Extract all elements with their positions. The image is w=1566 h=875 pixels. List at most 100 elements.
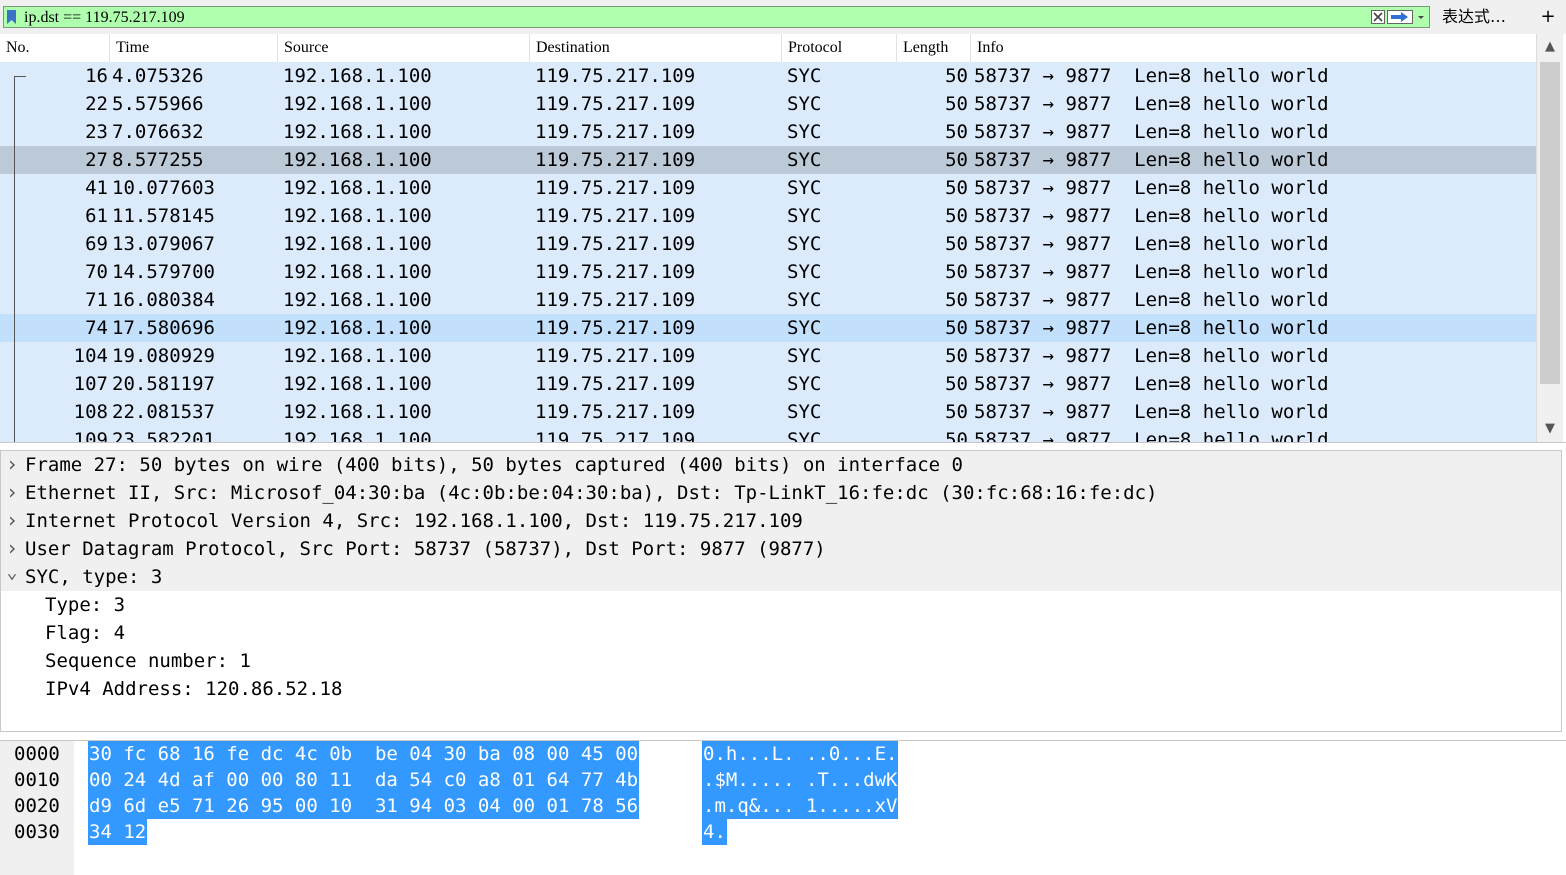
filter-text[interactable]: ip.dst == 119.75.217.109 [24,8,185,28]
packet-row[interactable]: 107 20.581197 192.168.1.100 119.75.217.109 S… [0,370,1536,398]
detail-tree-subitem[interactable]: Type: 3 [1,591,1561,619]
chevron-right-icon[interactable]: › [5,535,19,563]
packet-destination: 119.75.217.109 [535,177,696,199]
packet-row[interactable]: 104 19.080929 192.168.1.100 119.75.217.109 S… [0,342,1536,370]
column-header-no[interactable]: No. [0,34,110,62]
packet-row[interactable]: 71 16.080384 192.168.1.100 119.75.217.109 SY… [0,286,1536,314]
packet-row[interactable]: 109 23.582201 192.168.1.100 119.75.217.109 S… [0,426,1536,442]
packet-length: 50 [945,345,968,367]
chevron-down-icon[interactable]: ⌄ [5,563,19,591]
packet-row[interactable]: 69 13.079067 192.168.1.100 119.75.217.109 SY… [0,230,1536,258]
packet-row[interactable]: 61 11.578145 192.168.1.100 119.75.217.109 SY… [0,202,1536,230]
packet-protocol: SYC [787,317,822,339]
scroll-down-icon[interactable]: ▼ [1537,416,1563,442]
packet-bytes-pane: 0000 30 fc 68 16 fe dc 4c 0b be 04 30 ba … [0,740,1566,875]
column-header-destination[interactable]: Destination [530,34,782,62]
scrollbar-thumb[interactable] [1540,62,1560,384]
detail-tree-item[interactable]: ⌄ SYC, type: 3 [1,563,1561,591]
chevron-down-icon[interactable] [1416,10,1426,24]
expression-button[interactable]: 表达式… [1442,6,1506,28]
packet-time: 22.081537 [112,401,215,423]
packet-source: 192.168.1.100 [283,149,432,171]
packet-rows: 16 4.075326 192.168.1.100 119.75.217.109 SYC… [0,62,1536,442]
chevron-right-icon[interactable]: › [5,479,19,507]
chevron-right-icon[interactable]: › [5,451,19,479]
packet-time: 10.077603 [112,177,215,199]
packet-info: 58737 → 9877 Len=8 hello world [974,373,1329,395]
detail-tree-item[interactable]: › User Datagram Protocol, Src Port: 58737… [1,535,1561,563]
column-header-protocol[interactable]: Protocol [782,34,897,62]
hex-offset: 0030 [14,821,60,843]
column-header-time[interactable]: Time [110,34,278,62]
hex-bytes[interactable]: 30 fc 68 16 fe dc 4c 0b be 04 30 ba 08 0… [88,741,640,767]
packet-row[interactable]: 22 5.575966 192.168.1.100 119.75.217.109 SYC… [0,90,1536,118]
detail-text: Frame 27: 50 bytes on wire (400 bits), 5… [25,454,963,476]
display-filter-input[interactable]: ip.dst == 119.75.217.109 [3,6,1430,28]
packet-list-scrollbar[interactable]: ▲ ▼ [1536,34,1563,442]
hex-bytes[interactable]: d9 6d e5 71 26 95 00 10 31 94 03 04 00 0… [88,793,640,819]
scroll-up-icon[interactable]: ▲ [1537,34,1563,60]
packet-protocol: SYC [787,233,822,255]
hex-ascii[interactable]: 0.h...L. ..0...E. [702,741,899,767]
detail-tree-subitem[interactable]: Flag: 4 [1,619,1561,647]
packet-row[interactable]: 108 22.081537 192.168.1.100 119.75.217.109 S… [0,398,1536,426]
hex-row: 0020 d9 6d e5 71 26 95 00 10 31 94 03 04 … [0,793,1566,819]
packet-length: 50 [945,401,968,423]
hex-bytes[interactable]: 34 12 [88,819,148,845]
packet-length: 50 [945,373,968,395]
packet-protocol: SYC [787,121,822,143]
packet-info: 58737 → 9877 Len=8 hello world [974,261,1329,283]
bookmark-icon[interactable] [7,10,16,24]
clear-icon[interactable] [1371,10,1385,24]
packet-row[interactable]: 23 7.076632 192.168.1.100 119.75.217.109 SYC… [0,118,1536,146]
packet-length: 50 [945,233,968,255]
detail-tree-subitem[interactable]: IPv4 Address: 120.86.52.18 [1,675,1561,703]
packet-row[interactable]: 27 8.577255 192.168.1.100 119.75.217.109 SYC… [0,146,1536,174]
packet-row[interactable]: 41 10.077603 192.168.1.100 119.75.217.109 SY… [0,174,1536,202]
packet-row[interactable]: 74 17.580696 192.168.1.100 119.75.217.109 SY… [0,314,1536,342]
hex-ascii[interactable]: .m.q&... 1.....xV [702,793,899,819]
conversation-bracket [14,76,26,442]
packet-protocol: SYC [787,401,822,423]
packet-destination: 119.75.217.109 [535,233,696,255]
packet-time: 13.079067 [112,233,215,255]
detail-tree-subitem[interactable]: Sequence number: 1 [1,647,1561,675]
packet-time: 8.577255 [112,149,204,171]
column-header-length[interactable]: Length [897,34,971,62]
detail-field-text: Type: 3 [45,594,126,616]
hex-bytes[interactable]: 00 24 4d af 00 00 80 11 da 54 c0 a8 01 6… [88,767,640,793]
packet-destination: 119.75.217.109 [535,65,696,87]
packet-source: 192.168.1.100 [283,373,432,395]
detail-tree-item[interactable]: › Frame 27: 50 bytes on wire (400 bits), … [1,451,1561,479]
packet-row[interactable]: 16 4.075326 192.168.1.100 119.75.217.109 SYC… [0,62,1536,90]
packet-source: 192.168.1.100 [283,233,432,255]
packet-destination: 119.75.217.109 [535,261,696,283]
add-filter-button[interactable]: + [1538,6,1558,28]
hex-offset: 0000 [14,743,60,765]
hex-ascii[interactable]: 4. [702,819,727,845]
packet-destination: 119.75.217.109 [535,205,696,227]
packet-protocol: SYC [787,429,822,442]
packet-length: 50 [945,93,968,115]
packet-protocol: SYC [787,373,822,395]
detail-tree-item[interactable]: › Internet Protocol Version 4, Src: 192.1… [1,507,1561,535]
chevron-right-icon[interactable]: › [5,507,19,535]
packet-length: 50 [945,149,968,171]
detail-tree-item[interactable]: › Ethernet II, Src: Microsof_04:30:ba (4c… [1,479,1561,507]
packet-destination: 119.75.217.109 [535,289,696,311]
column-header-info[interactable]: Info [971,34,1536,62]
packet-length: 50 [945,65,968,87]
packet-info: 58737 → 9877 Len=8 hello world [974,401,1329,423]
packet-info: 58737 → 9877 Len=8 hello world [974,149,1329,171]
display-filter-toolbar: ip.dst == 119.75.217.109 表达式… + [0,0,1566,35]
packet-info: 58737 → 9877 Len=8 hello world [974,121,1329,143]
packet-destination: 119.75.217.109 [535,401,696,423]
arrow-right-icon[interactable] [1387,10,1413,24]
packet-length: 50 [945,205,968,227]
packet-time: 11.578145 [112,205,215,227]
packet-source: 192.168.1.100 [283,121,432,143]
packet-row[interactable]: 70 14.579700 192.168.1.100 119.75.217.109 SY… [0,258,1536,286]
column-header-source[interactable]: Source [278,34,530,62]
detail-text: SYC, type: 3 [25,566,163,588]
hex-ascii[interactable]: .$M..... .T...dwK [702,767,899,793]
